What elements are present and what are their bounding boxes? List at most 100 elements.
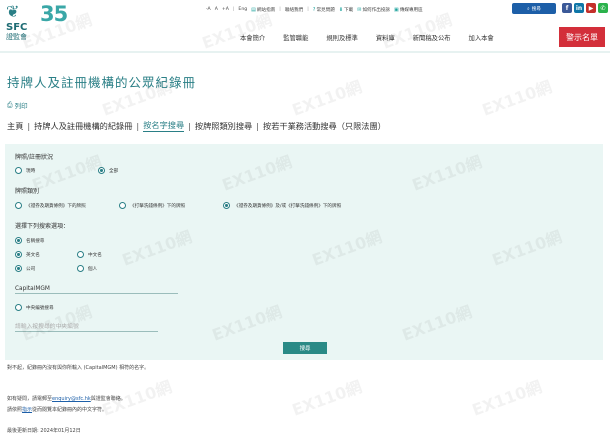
watermark: EX110網 [469, 377, 545, 420]
faq-link[interactable]: 常見問題 [316, 7, 334, 13]
tab-search-by-activity[interactable]: 按若干業務活動搜尋（只限法團） [263, 120, 386, 132]
wechat-icon[interactable]: ✆ [598, 3, 608, 13]
name-input[interactable]: CapitalMGM [15, 286, 178, 294]
youtube-icon[interactable]: ▶ [586, 3, 596, 13]
print-link[interactable]: ⎙ 列印 [7, 100, 28, 111]
status-label: 牌照/註冊狀況 [15, 154, 54, 161]
divider: | [136, 120, 140, 131]
breadcrumb-home[interactable]: 主頁 [7, 120, 23, 132]
ce-number-input[interactable]: 請輸入按搜尋的中央編號 [15, 321, 158, 332]
nav-database[interactable]: 資料庫 [376, 33, 395, 42]
english-name-radio[interactable]: 英文名 [15, 251, 40, 258]
license-amlo-radio[interactable]: 《打擊洗錢條例》下的牌照 [119, 202, 185, 209]
logo-cn: 證監會 [6, 33, 27, 41]
divider: | [27, 120, 31, 131]
social-links: f in ▶ ✆ [562, 3, 608, 13]
radio-circle [15, 251, 22, 258]
radio-circle [223, 202, 230, 209]
divider: | [232, 7, 235, 12]
complaint-icon: ✉ [357, 6, 362, 13]
radio-label: 中文名 [88, 252, 102, 258]
watermark: EX110網 [479, 77, 555, 120]
media-link[interactable]: 傳媒專用區 [400, 7, 423, 13]
radio-label: 《證券及期貨條例》下的牌照 [26, 203, 86, 209]
status-all-radio[interactable]: 全部 [98, 167, 118, 174]
bird-logo-icon: ❦ [6, 2, 20, 21]
contact-link[interactable]: 聯絡我們 [285, 7, 303, 13]
nav-news[interactable]: 新聞稿及公布 [413, 33, 451, 42]
download-link[interactable]: 下載 [344, 7, 353, 13]
main-nav: 本會簡介 監管職能 規則及標準 資料庫 新聞稿及公布 加入本會 [240, 33, 512, 42]
status-current-radio[interactable]: 現時 [15, 167, 35, 174]
search-by-ce-radio[interactable]: 中央編號搜尋 [15, 304, 54, 311]
faq-icon: ? [312, 6, 316, 13]
tab-search-by-licence[interactable]: 按牌照類別搜尋 [195, 120, 252, 132]
print-label: 列印 [14, 102, 28, 110]
tab-search-by-name[interactable]: 按名字搜尋 [143, 119, 185, 132]
sitemap-icon: ▤ [251, 6, 256, 13]
media-icon: ▣ [394, 6, 399, 13]
license-sfo-radio[interactable]: 《證券及期貨條例》下的牌照 [15, 202, 86, 209]
individual-radio[interactable]: 個人 [77, 265, 97, 272]
refer-prefix: 請依照 [7, 407, 23, 413]
nav-careers[interactable]: 加入本會 [469, 33, 494, 42]
nav-about[interactable]: 本會簡介 [240, 33, 265, 42]
linkedin-icon[interactable]: in [574, 3, 584, 13]
download-icon: ⬇ [338, 6, 344, 13]
sfc-logo[interactable]: ❦ 35 SFC 證監會 [6, 2, 68, 41]
alert-list-button[interactable]: 警示名單 [559, 27, 605, 47]
radio-label: 中央編號搜尋 [26, 305, 54, 311]
radio-label: 公司 [26, 266, 36, 272]
radio-circle [15, 237, 22, 244]
radio-circle [15, 304, 22, 311]
license-type-label: 牌照類別 [15, 188, 40, 195]
radio-circle [98, 167, 105, 174]
divider: | [256, 120, 259, 131]
radio-circle [15, 202, 22, 209]
breadcrumb-register[interactable]: 持牌人及註冊機構的紀錄冊 [34, 120, 132, 132]
enquiry-note: 如有疑問，請電郵至enquiry@sfc.hk與證監會聯絡。 [7, 395, 126, 402]
license-both-radio[interactable]: 《證券及期貨條例》及/或《打擊洗錢條例》下的牌照 [223, 202, 341, 209]
divider: | [279, 7, 281, 12]
site-search-button[interactable]: ⌕ 搜尋 [512, 3, 556, 14]
logo-number: 35 [40, 2, 68, 26]
radio-label: 名稱搜尋 [26, 238, 45, 244]
complaint-link[interactable]: 如何作出投訴 [362, 7, 390, 13]
last-updated: 最後更新日期: 2024年01月12日 [7, 428, 81, 434]
enquiry-prefix: 如有疑問，請電郵至 [7, 396, 53, 402]
search-options-label: 選擇下列搜索選項： [15, 223, 70, 230]
instructions-link[interactable]: 指示 [22, 407, 32, 413]
font-increase-button[interactable]: +A [222, 7, 229, 12]
radio-label: 《證券及期貨條例》及/或《打擊洗錢條例》下的牌照 [234, 203, 342, 209]
divider: | [307, 7, 309, 12]
nav-rules[interactable]: 規則及標準 [326, 33, 357, 42]
font-decrease-button[interactable]: -A [206, 7, 211, 12]
radio-label: 個人 [88, 266, 98, 272]
watermark: EX110網 [289, 77, 365, 120]
radio-circle [119, 202, 126, 209]
radio-circle [77, 251, 84, 258]
nav-regulatory[interactable]: 監管職能 [283, 33, 308, 42]
site-search-label: 搜尋 [531, 6, 541, 12]
printer-icon: ⎙ [7, 100, 13, 109]
radio-circle [15, 265, 22, 272]
radio-circle [77, 265, 84, 272]
watermark: EX110網 [289, 377, 365, 420]
lang-en-link[interactable]: Eng [238, 7, 247, 12]
refer-note: 請依照指示從而閱覽本紀錄冊內的中文字符。 [7, 406, 107, 413]
radio-label: 現時 [26, 168, 36, 174]
utility-bar: -A A +A | Eng ▤ 網站指南 | 聯絡我們 | ? 常見問題 ⬇ 下… [206, 4, 427, 15]
submit-search-button[interactable]: 搜尋 [283, 342, 327, 354]
facebook-icon[interactable]: f [562, 3, 572, 13]
radio-label: 全部 [109, 168, 119, 174]
chinese-name-radio[interactable]: 中文名 [77, 251, 102, 258]
company-radio[interactable]: 公司 [15, 265, 35, 272]
radio-circle [15, 167, 22, 174]
header-divider [0, 51, 610, 53]
font-normal-button[interactable]: A [215, 7, 218, 12]
search-by-name-radio[interactable]: 名稱搜尋 [15, 237, 44, 244]
enquiry-email-link[interactable]: enquiry@sfc.hk [52, 396, 91, 402]
sitemap-link[interactable]: 網站指南 [257, 7, 275, 13]
page-title: 持牌人及註冊機構的公眾紀錄冊 [7, 75, 197, 90]
radio-label: 《打擊洗錢條例》下的牌照 [130, 203, 186, 209]
